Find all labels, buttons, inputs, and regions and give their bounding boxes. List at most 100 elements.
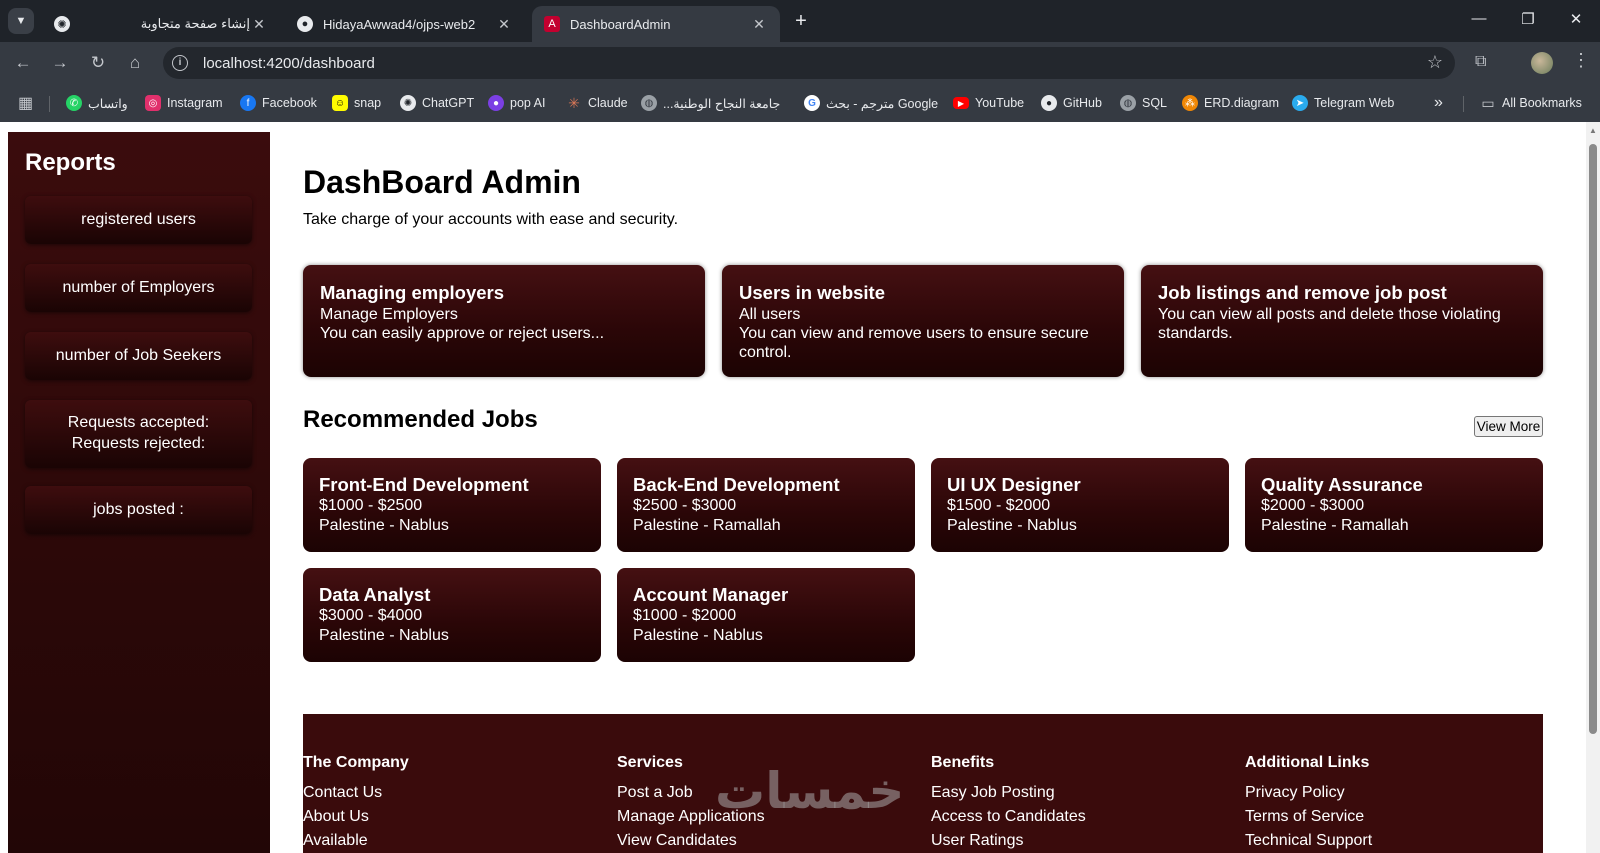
job-card[interactable]: UI UX Designer $1500 - $2000 Palestine -… [931,458,1229,552]
footer-link[interactable]: View Candidates [617,829,765,853]
footer-link[interactable]: Contact Us [303,781,409,805]
popai-icon: ● [488,95,504,111]
profile-avatar[interactable] [1531,52,1553,74]
back-arrow-icon[interactable]: ← [11,51,35,75]
job-salary: $2000 - $3000 [1261,497,1365,514]
footer-link[interactable]: Easy Job Posting [931,781,1086,805]
job-card[interactable]: Front-End Development $1000 - $2500 Pale… [303,458,601,552]
view-more-button[interactable]: View More [1474,416,1543,437]
tab-title: DashboardAdmin [570,16,671,32]
new-tab-plus-icon[interactable]: + [790,10,812,33]
bookmark-chatgpt[interactable]: ✺ ChatGPT [400,93,474,113]
card-managing-employers[interactable]: Managing employers Manage Employers You … [303,265,705,377]
bookmark-google-translate[interactable]: G مترجم - بحث Google [804,93,938,113]
bookmark-claude[interactable]: ✳ Claude [566,93,628,113]
bookmark-snap[interactable]: ☺ snap [332,93,381,113]
bookmark-star-icon[interactable]: ☆ [1427,52,1443,73]
job-card[interactable]: Back-End Development $2500 - $3000 Pales… [617,458,915,552]
sidebar-title: Reports [25,149,116,176]
bookmark-erd[interactable]: ⁂ ERD.diagram [1182,93,1279,113]
tab-search-chevron-icon[interactable]: ▼ [8,8,34,34]
chatgpt-icon: ✺ [54,16,70,32]
kebab-menu-icon[interactable]: ⋮ [1572,50,1590,71]
footer-link[interactable]: Privacy Policy [1245,781,1372,805]
tab-1[interactable]: ✺ إنشاء صفحة متجاوبة ✕ [42,6,280,42]
bookmark-label: مترجم - بحث Google [826,96,939,111]
close-icon[interactable]: ✕ [495,16,513,33]
url-text[interactable]: localhost:4200/dashboard [203,55,375,72]
window-close-icon[interactable]: ✕ [1566,10,1586,28]
footer-link[interactable]: User Ratings [931,829,1086,853]
sidebar-item-job-seekers[interactable]: number of Job Seekers [25,332,252,380]
footer-link[interactable]: Available [303,829,409,853]
job-card[interactable]: Data Analyst $3000 - $4000 Palestine - N… [303,568,601,662]
footer-link[interactable]: Technical Support [1245,829,1372,853]
bookmark-label: جامعة النجاح الوطنية... [663,96,781,111]
bookmark-facebook[interactable]: f Facebook [240,93,317,113]
job-card[interactable]: Account Manager $1000 - $2000 Palestine … [617,568,915,662]
extensions-puzzle-icon[interactable]: ⧉ [1475,53,1486,71]
card-job-listings[interactable]: Job listings and remove job post You can… [1141,265,1543,377]
bookmarks-separator [49,96,50,112]
close-icon[interactable]: ✕ [750,16,768,33]
forward-arrow-icon[interactable]: → [48,51,72,75]
close-icon[interactable]: ✕ [250,16,268,33]
bookmark-najah[interactable]: ◍ جامعة النجاح الوطنية... [641,93,780,113]
footer-column-benefits: Benefits Easy Job Posting Access to Cand… [931,754,1086,853]
sidebar-item-registered-users[interactable]: registered users [25,196,252,244]
page-subtitle: Take charge of your accounts with ease a… [303,211,679,228]
all-bookmarks[interactable]: ▭ All Bookmarks [1480,93,1582,113]
bookmark-label: Claude [588,96,628,110]
page-scrollbar[interactable]: ▲ [1586,122,1600,853]
job-salary: $1000 - $2500 [319,497,423,514]
card-text: You can view all posts and delete those … [1158,306,1501,343]
footer-heading: Benefits [931,754,995,771]
bookmark-popai[interactable]: ● pop AI [488,93,545,113]
bookmark-label: snap [354,96,382,110]
card-text: All users [739,306,801,323]
scroll-up-arrow-icon[interactable]: ▲ [1589,126,1597,135]
bookmark-youtube[interactable]: ▶ YouTube [953,93,1024,113]
sidebar-item-label: number of Job Seekers [55,346,222,364]
job-title: Data Analyst [319,584,431,605]
site-info-icon[interactable]: i [172,55,188,71]
sidebar-item-employers[interactable]: number of Employers [25,264,252,312]
bookmark-telegram[interactable]: ➤ Telegram Web [1292,93,1394,113]
github-icon: ● [1041,95,1057,111]
reports-sidebar: Reports registered users number of Emplo… [8,132,270,853]
sidebar-item-label: Requests rejected: [71,435,206,452]
bookmark-github[interactable]: ● GitHub [1041,93,1102,113]
bookmark-whatsapp[interactable]: ✆ واتساب [66,93,128,113]
minimize-icon[interactable]: — [1469,10,1489,27]
card-users-in-website[interactable]: Users in website All users You can view … [722,265,1124,377]
tab-2[interactable]: ● HidayaAwwad4/ojps-web2 ✕ [285,6,525,42]
instagram-icon: ◎ [145,95,161,111]
address-bar[interactable]: i localhost:4200/dashboard ☆ [163,47,1455,79]
more-bookmarks-chevron[interactable]: » [1434,93,1443,113]
sidebar-item-label: registered users [81,210,196,228]
bookmark-label: YouTube [975,96,1025,110]
job-location: Palestine - Nablus [633,626,763,644]
scroll-thumb[interactable] [1589,144,1597,734]
apps-grid-icon[interactable]: ▦ [18,93,33,113]
bookmark-label: ChatGPT [422,96,475,110]
footer-link[interactable]: About Us [303,805,409,829]
sidebar-item-requests[interactable]: Requests accepted: Requests rejected: [25,400,252,468]
footer-link[interactable]: Access to Candidates [931,805,1086,829]
restore-icon[interactable]: ❐ [1518,10,1538,28]
sidebar-item-jobs-posted[interactable]: jobs posted : [25,486,252,534]
tab-3-active[interactable]: A DashboardAdmin ✕ [532,6,780,42]
bookmark-sql[interactable]: ◍ SQL [1120,93,1167,113]
facebook-icon: f [240,95,256,111]
tab-title: إنشاء صفحة متجاوبة [140,16,250,31]
bookmark-label: pop AI [510,96,546,110]
erd-icon: ⁂ [1182,95,1198,111]
home-icon[interactable]: ⌂ [123,51,147,75]
job-location: Palestine - Nablus [319,516,449,534]
footer-link[interactable]: Terms of Service [1245,805,1372,829]
reload-icon[interactable]: ↻ [86,51,110,75]
bookmark-label: SQL [1142,96,1168,110]
bookmark-label: واتساب [88,96,128,111]
job-card[interactable]: Quality Assurance $2000 - $3000 Palestin… [1245,458,1543,552]
bookmark-instagram[interactable]: ◎ Instagram [145,93,223,113]
